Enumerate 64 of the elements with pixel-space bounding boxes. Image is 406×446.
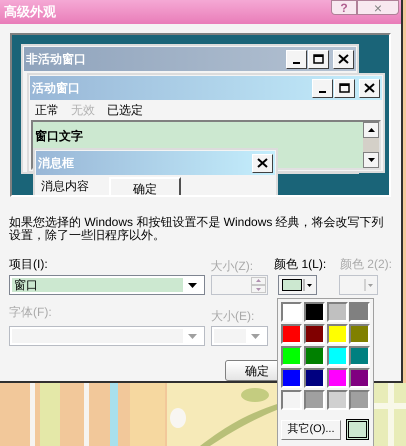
color-swatch[interactable] [349,302,370,322]
color-swatch[interactable] [281,390,302,410]
color-swatch[interactable] [326,302,348,322]
color-swatch[interactable] [304,390,325,410]
close-icon [364,83,375,93]
window-button[interactable] [312,78,333,98]
down-arrow-icon [368,158,374,162]
color-swatch[interactable] [349,324,370,344]
color-swatch[interactable] [281,346,302,366]
window-title: 活动窗口 [32,80,80,97]
color-1-button[interactable] [278,275,317,295]
window-button[interactable] [286,50,307,68]
scrollbar[interactable] [363,122,379,168]
combo-value: 窗口 [14,277,38,294]
color-swatch[interactable] [326,368,348,388]
maximize-icon [339,83,350,93]
window-button[interactable] [334,78,355,98]
color-swatch[interactable] [326,346,348,366]
color-swatch[interactable] [349,346,370,366]
field-label: 字体(F): [9,304,53,321]
ok-button[interactable]: 确定 [109,177,181,195]
window-text: 窗口文字 [35,129,83,143]
dropdown-arrow-icon [188,282,197,288]
maximize-icon [313,54,324,64]
message-text: 消息内容 [41,178,89,195]
color-swatch[interactable] [349,390,370,410]
close-icon [338,54,349,64]
item-dropdown[interactable]: 窗口 [9,275,205,295]
dropdown-arrow-icon [303,279,313,291]
dropdown-arrow-icon [251,334,260,338]
minimize-icon [319,90,326,92]
color-swatch[interactable] [326,324,348,344]
window-button[interactable] [333,50,354,68]
color-swatch[interactable] [349,368,370,388]
menu-item[interactable]: 已选定 [107,101,143,119]
color-swatch[interactable] [326,390,348,410]
help-button[interactable]: ? [331,0,357,15]
window-title: 消息框 [38,155,74,172]
dropdown-arrow-icon [188,334,197,338]
color-swatch[interactable] [304,346,325,366]
window-title: 非活动窗口 [26,51,86,68]
color-swatch[interactable] [304,302,325,322]
window-button[interactable] [308,50,329,68]
field-label: 大小(E): [211,308,256,325]
spinner-arrows-icon [251,277,266,293]
color-swatch[interactable] [304,324,325,344]
field-label: 大小(Z): [210,258,254,275]
window-button[interactable] [252,154,273,172]
description-text: 如果您选择的 Windows 和按钮设置不是 Windows 经典，将会改写下列设置，除了一些旧程序以外。 [9,216,385,242]
color-swatch[interactable] [281,324,302,344]
color-swatch[interactable] [281,302,302,322]
minimize-icon [293,62,300,64]
color-swatch[interactable] [304,368,325,388]
dropdown-arrow-icon [364,279,374,291]
other-colors-button[interactable]: 其它(O)... [281,420,341,440]
color-swatch[interactable] [281,368,302,388]
up-arrow-icon [368,128,374,132]
field-label: 项目(I): [9,256,49,273]
menu-item[interactable]: 正常 [35,101,59,119]
field-label: 颜色 1(L): [274,256,328,273]
window-title: 高级外观 [4,3,56,22]
window-button[interactable] [359,78,380,98]
close-icon [257,158,268,168]
field-label: 颜色 2(2): [340,256,392,273]
